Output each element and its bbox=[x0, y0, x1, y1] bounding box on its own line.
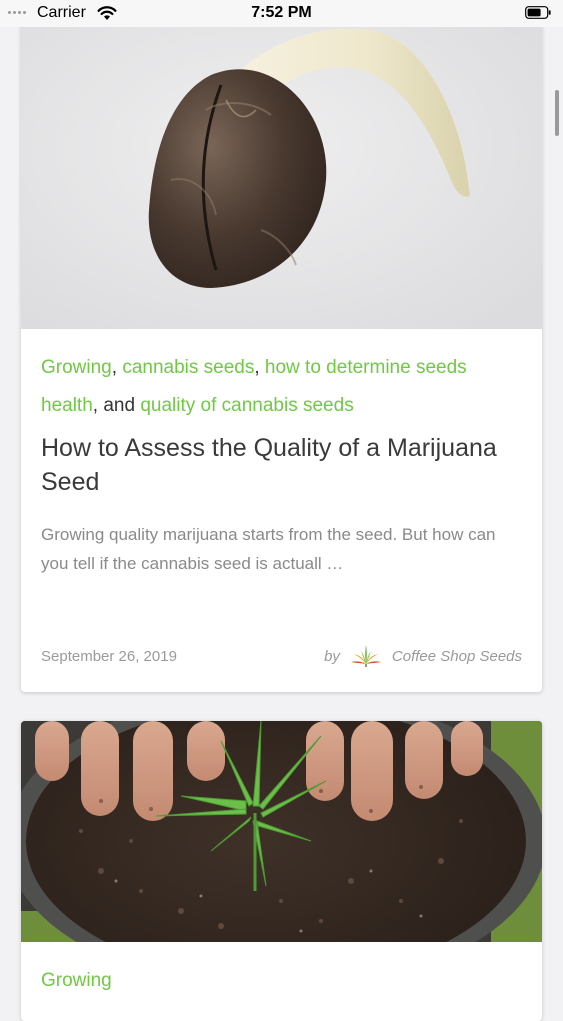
clock-time: 7:52 PM bbox=[251, 4, 312, 21]
seedling-in-pot-image[interactable] bbox=[21, 721, 542, 942]
cannabis-leaf-icon bbox=[350, 645, 381, 667]
battery-icon bbox=[525, 6, 551, 19]
article-title[interactable]: How to Assess the Quality of a Marijuana… bbox=[41, 431, 521, 499]
tag-separator: , and bbox=[92, 395, 141, 416]
article-byline: by Coffee Shop Seeds bbox=[324, 644, 522, 668]
author-name[interactable]: Coffee Shop Seeds bbox=[392, 648, 522, 665]
tag-link[interactable]: Growing bbox=[41, 970, 112, 991]
tag-link[interactable]: Growing bbox=[41, 357, 112, 378]
article-tags: Growing, cannabis seeds, how to determin… bbox=[41, 349, 521, 425]
by-label: by bbox=[324, 647, 340, 665]
article-excerpt: Growing quality marijuana starts from th… bbox=[41, 525, 496, 573]
article-card[interactable]: Growing bbox=[21, 721, 542, 1021]
tag-link[interactable]: quality of cannabis seeds bbox=[140, 395, 353, 416]
seed-sprout-image[interactable] bbox=[21, 0, 542, 329]
status-bar: Carrier 7:52 PM bbox=[0, 0, 563, 27]
tag-separator: , bbox=[254, 357, 265, 378]
scroll-indicator[interactable] bbox=[555, 90, 559, 136]
article-date: September 26, 2019 bbox=[41, 648, 177, 665]
article-card[interactable]: Growing, cannabis seeds, how to determin… bbox=[21, 0, 542, 692]
article-tags: Growing bbox=[41, 962, 521, 1000]
tag-separator: , bbox=[111, 357, 123, 378]
tag-link[interactable]: cannabis seeds bbox=[122, 357, 254, 378]
